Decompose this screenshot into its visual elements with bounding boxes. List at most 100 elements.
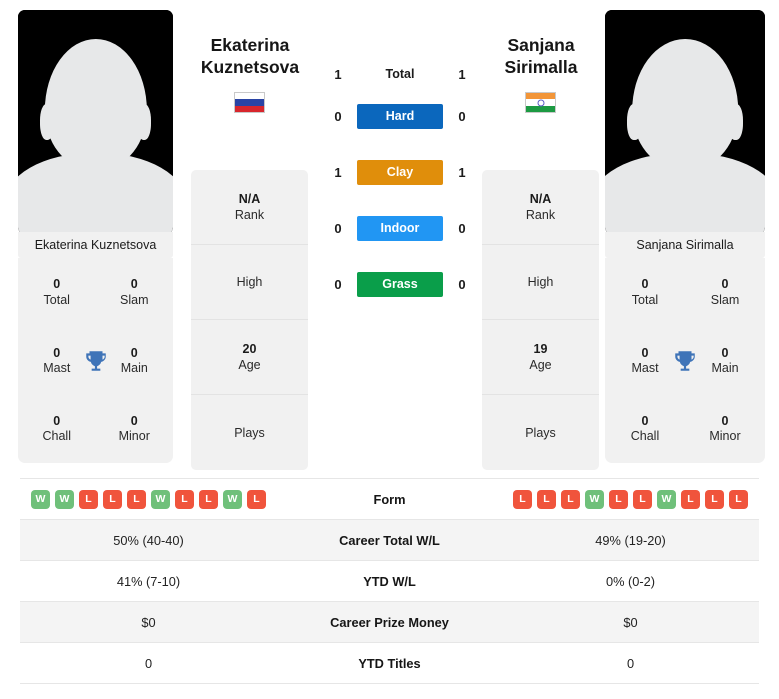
title-value: 0	[130, 277, 138, 292]
title-label: Main	[711, 360, 739, 375]
head-to-head-surface-block: 1 Total 1 0 Hard 0 1 Clay 1 0 Indoor 0 0	[320, 60, 480, 312]
avatar-silhouette-icon	[18, 10, 173, 234]
form-badge-l: L	[247, 489, 266, 509]
high-label: High	[236, 275, 263, 289]
title-label: Minor	[118, 429, 150, 444]
title-value: 0	[721, 413, 729, 428]
form-badge-l: L	[681, 489, 700, 509]
title-value: 0	[721, 277, 729, 292]
title-stat-minor: 0 Minor	[96, 395, 174, 463]
form-badge-w: W	[657, 489, 676, 509]
left-player-avatar	[18, 10, 173, 234]
table-row-career-prize-money: $0 Career Prize Money $0	[20, 602, 759, 643]
form-badge-l: L	[175, 489, 194, 509]
h2h-comparison-page: Ekaterina Kuznetsova Sanjana Sirimalla 0…	[0, 0, 779, 699]
title-label: Chall	[630, 429, 660, 444]
row-label-ytd-titles: YTD Titles	[358, 655, 421, 671]
h2h-total-right-score: 1	[458, 66, 466, 82]
plays-label: Plays	[234, 425, 265, 440]
surface-badge-indoor[interactable]: Indoor	[357, 215, 443, 241]
h2h-hard-left-score: 0	[334, 108, 342, 124]
surface-badge-grass[interactable]: Grass	[357, 271, 443, 297]
form-badge-w: W	[585, 489, 604, 509]
form-badge-l: L	[729, 489, 748, 509]
title-label: Minor	[709, 429, 741, 444]
h2h-indoor-left-score: 0	[334, 220, 342, 236]
table-row-ytd-titles: 0 YTD Titles 0	[20, 643, 759, 684]
form-badge-l: L	[103, 489, 122, 509]
right-player-headline[interactable]: Sanjana Sirimalla	[456, 34, 626, 79]
title-value: 0	[130, 413, 138, 428]
title-stat-chall: 0 Chall	[605, 395, 685, 463]
comparison-stats-table: WWLLLWLLWL Form LLLWLLWLLL 50% (40-40) C…	[20, 478, 759, 684]
title-label: Total	[631, 292, 659, 307]
india-flag-icon	[525, 92, 556, 113]
age-label: Age	[529, 357, 552, 372]
right-ytd-titles: 0	[626, 655, 635, 671]
left-player-info-card: N/A Rank High 20 Age Plays	[191, 170, 308, 470]
info-row-high: High	[482, 245, 599, 320]
info-row-age: 19 Age	[482, 320, 599, 395]
h2h-row-total: 1 Total 1	[320, 60, 480, 88]
title-label: Slam	[710, 292, 740, 307]
left-player-form-badges: WWLLLWLLWL	[20, 489, 277, 509]
info-row-plays: Plays	[191, 395, 308, 470]
title-label: Total	[43, 292, 70, 307]
left-player-headline[interactable]: Ekaterina Kuznetsova	[165, 34, 335, 79]
left-player-name-strip: Ekaterina Kuznetsova	[18, 232, 173, 258]
title-value: 0	[130, 345, 138, 360]
h2h-hard-right-score: 0	[458, 108, 466, 124]
form-badge-w: W	[55, 489, 74, 509]
rank-label: Rank	[234, 207, 265, 222]
surface-badge-hard[interactable]: Hard	[357, 103, 443, 129]
form-badge-w: W	[31, 489, 50, 509]
age-value: 19	[533, 341, 548, 356]
title-stat-total: 0 Total	[605, 258, 685, 326]
info-row-age: 20 Age	[191, 320, 308, 395]
left-player-last-name: Kuznetsova	[200, 57, 300, 78]
title-stat-slam: 0 Slam	[685, 258, 765, 326]
title-stat-total: 0 Total	[18, 258, 96, 326]
title-value: 0	[53, 277, 61, 292]
right-player-avatar	[605, 10, 765, 234]
form-badge-l: L	[79, 489, 98, 509]
left-ytd-wl: 41% (7-10)	[116, 573, 181, 589]
avatar-silhouette-icon	[605, 10, 765, 234]
title-label: Main	[120, 360, 148, 375]
table-row-form: WWLLLWLLWL Form LLLWLLWLLL	[20, 479, 759, 520]
form-badge-l: L	[561, 489, 580, 509]
rank-label: Rank	[525, 207, 556, 222]
left-ytd-titles: 0	[144, 655, 153, 671]
title-label: Mast	[631, 360, 659, 375]
trophy-icon	[675, 350, 695, 371]
form-badge-l: L	[199, 489, 218, 509]
left-player-titles-card: 0 Total 0 Slam 0 Mast 0 Main 0 Chall 0 M…	[18, 258, 173, 463]
h2h-grass-right-score: 0	[458, 276, 466, 292]
surface-badge-clay[interactable]: Clay	[357, 159, 443, 185]
h2h-clay-left-score: 1	[334, 164, 342, 180]
h2h-row-hard: 0 Hard 0	[320, 88, 480, 144]
form-badge-l: L	[127, 489, 146, 509]
form-badge-w: W	[151, 489, 170, 509]
title-stat-chall: 0 Chall	[18, 395, 96, 463]
row-label-form: Form	[373, 491, 406, 507]
row-label-ytd-wl: YTD W/L	[363, 573, 416, 589]
form-badge-l: L	[537, 489, 556, 509]
player-comparison-header: Ekaterina Kuznetsova Sanjana Sirimalla 0…	[0, 0, 779, 470]
age-value: 20	[242, 341, 257, 356]
left-player-first-name: Ekaterina	[210, 35, 290, 55]
title-value: 0	[641, 413, 649, 428]
ashoka-chakra-icon	[537, 99, 544, 106]
h2h-grass-left-score: 0	[334, 276, 342, 292]
high-label: High	[527, 275, 554, 289]
h2h-row-clay: 1 Clay 1	[320, 144, 480, 200]
info-row-rank: N/A Rank	[191, 170, 308, 245]
title-value: 0	[721, 345, 729, 360]
right-player-titles-card: 0 Total 0 Slam 0 Mast 0 Main 0 Chall 0 M…	[605, 258, 765, 463]
left-career-prize-money: $0	[141, 614, 156, 630]
right-player-first-name: Sanjana	[507, 35, 575, 55]
form-badge-l: L	[513, 489, 532, 509]
trophy-icon	[85, 350, 106, 371]
rank-value: N/A	[529, 191, 552, 206]
table-row-ytd-wl: 41% (7-10) YTD W/L 0% (0-2)	[20, 561, 759, 602]
